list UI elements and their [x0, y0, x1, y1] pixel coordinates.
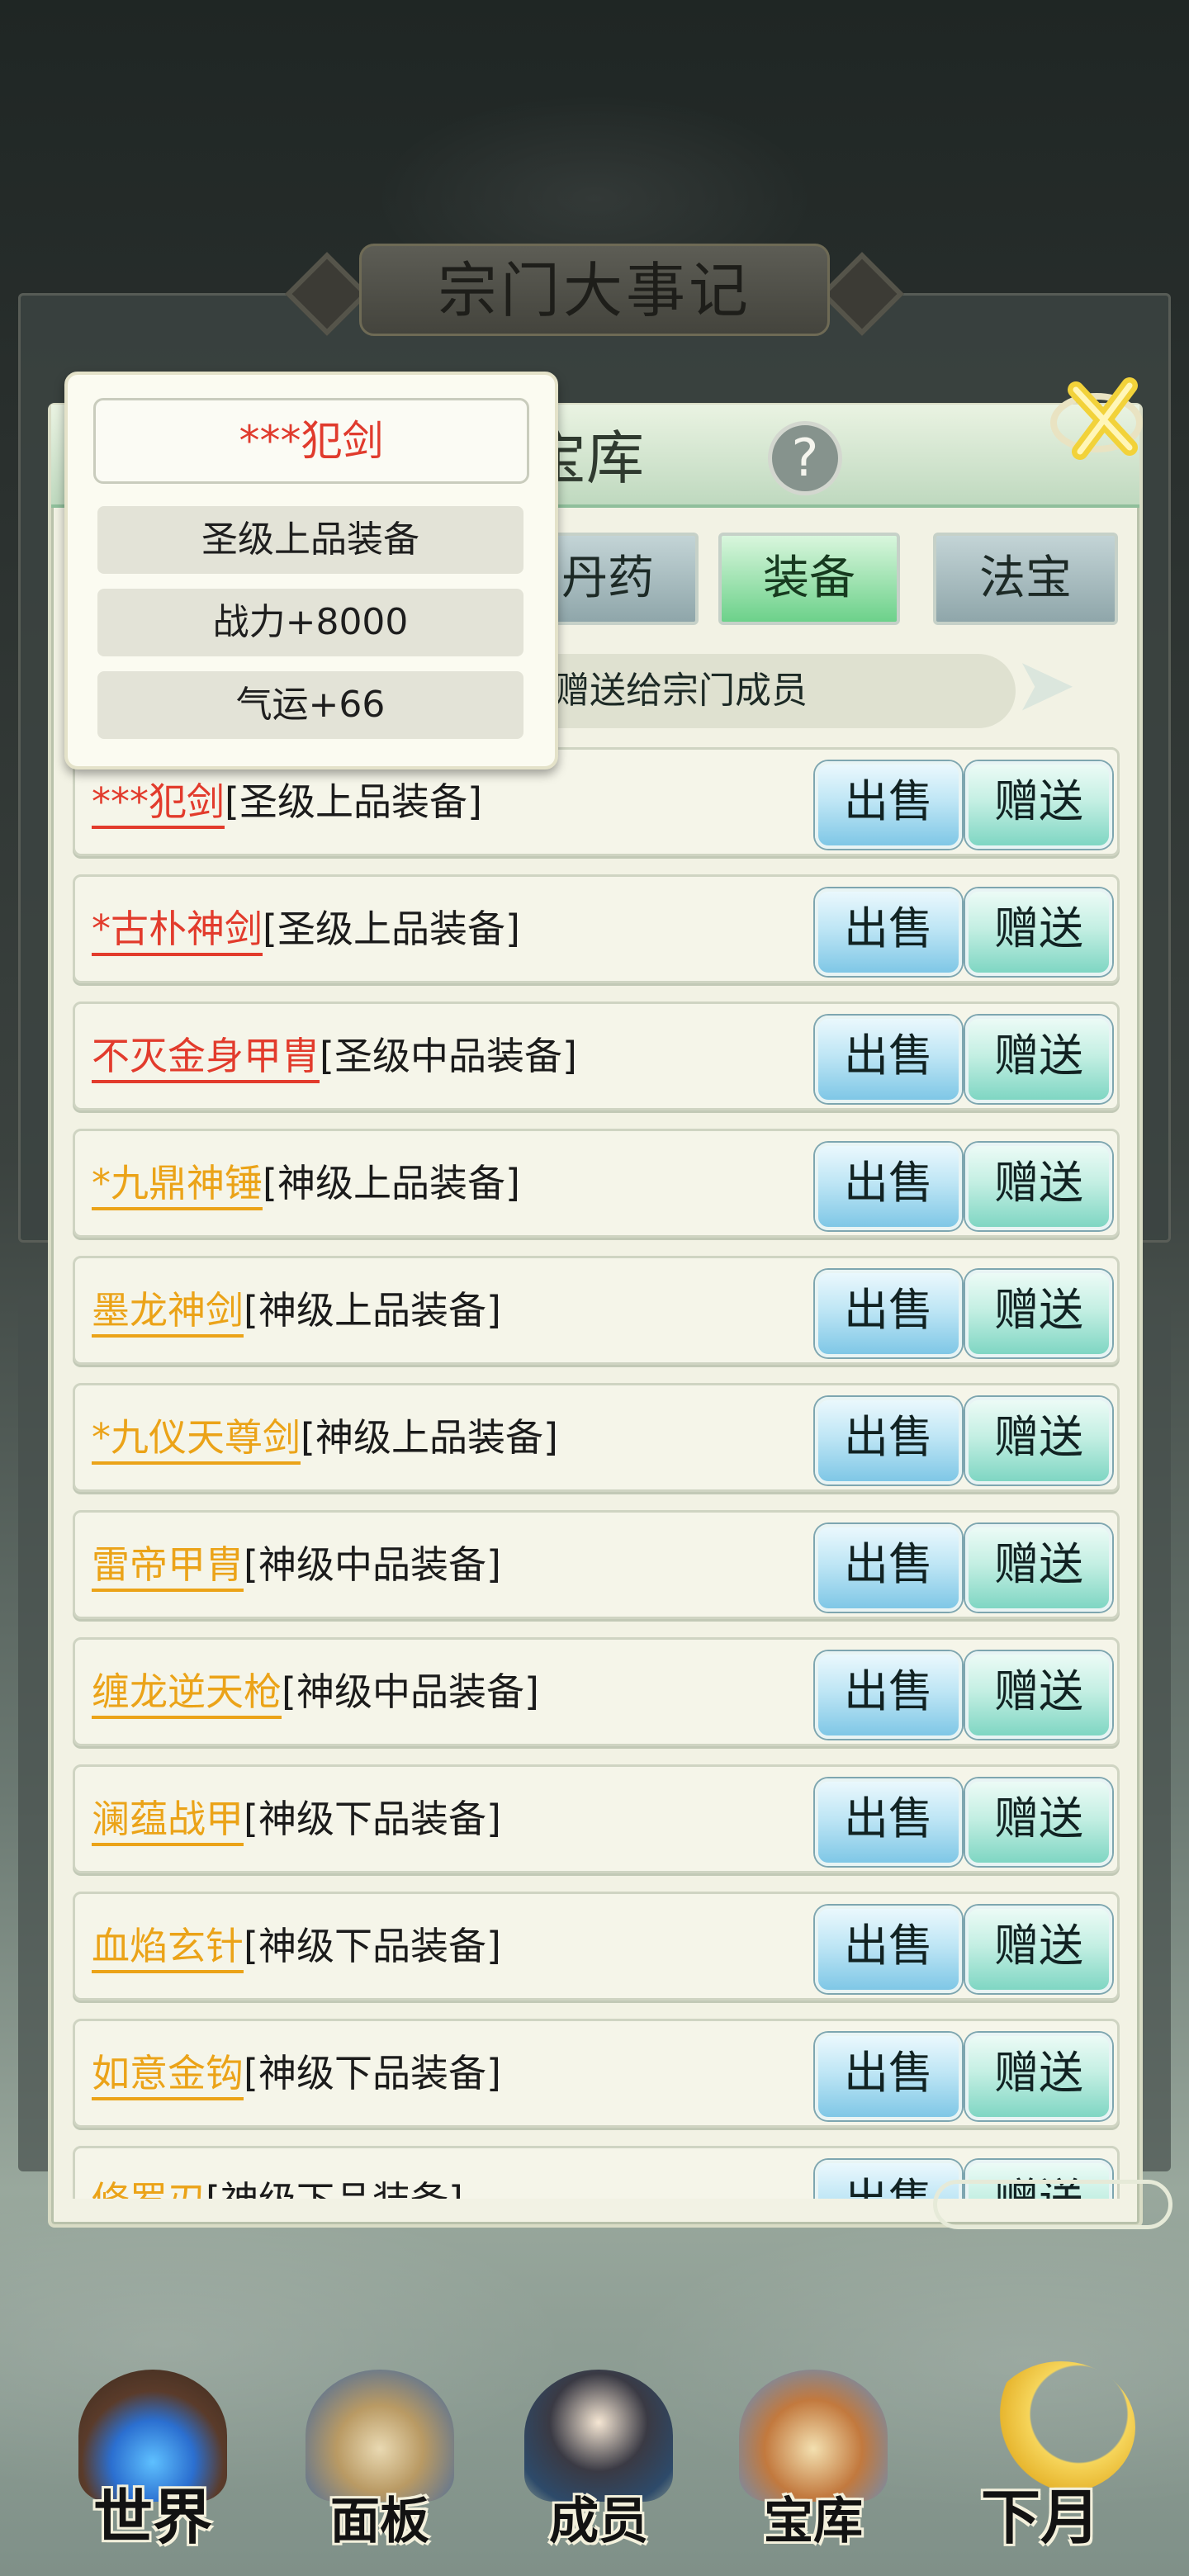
gift-button[interactable]: 赠送 [965, 1016, 1112, 1103]
equipment-grade: [神级下品装备] [206, 2178, 463, 2199]
sell-button[interactable]: 出售 [815, 1143, 962, 1230]
sell-button[interactable]: 出售 [815, 1524, 962, 1612]
nav-panel[interactable]: 面板 [281, 2481, 479, 2564]
equipment-grade: [神级上品装备] [301, 1415, 558, 1460]
gift-button[interactable]: 赠送 [965, 1397, 1112, 1485]
gift-button[interactable]: 赠送 [965, 2033, 1112, 2120]
tooltip-item-name: ***犯剑 [93, 398, 529, 484]
equipment-grade: [神级下品装备] [244, 1924, 501, 1968]
equipment-name[interactable]: 墨龙神剑 [92, 1288, 244, 1338]
sell-button[interactable]: 出售 [815, 888, 962, 976]
gift-button[interactable]: 赠送 [965, 1651, 1112, 1739]
equipment-label: *九仪天尊剑[神级上品装备] [92, 1385, 558, 1489]
equipment-row: *九鼎神锤[神级上品装备] 出售 赠送 [73, 1129, 1120, 1238]
equipment-name[interactable]: 雷帝甲胄 [92, 1542, 244, 1592]
equipment-grade: [神级中品装备] [282, 1669, 539, 1714]
equipment-grade: [圣级上品装备] [263, 907, 520, 951]
gift-button[interactable]: 赠送 [965, 1270, 1112, 1357]
equipment-label: 雷帝甲胄[神级中品装备] [92, 1513, 501, 1617]
equipment-grade: [神级下品装备] [244, 1797, 501, 1841]
equipment-label: 血焰玄针[神级下品装备] [92, 1894, 501, 1998]
equipment-row: 雷帝甲胄[神级中品装备] 出售 赠送 [73, 1510, 1120, 1619]
equipment-label: 修罗刃[神级下品装备] [92, 2148, 463, 2199]
help-icon[interactable]: ? [768, 421, 842, 495]
equipment-row: *古朴神剑[圣级上品装备] 出售 赠送 [73, 874, 1120, 983]
equipment-name[interactable]: *九鼎神锤 [92, 1161, 263, 1210]
equipment-label: 墨龙神剑[神级上品装备] [92, 1258, 501, 1362]
equipment-row: 血焰玄针[神级下品装备] 出售 赠送 [73, 1892, 1120, 2001]
equipment-list[interactable]: ***犯剑[圣级上品装备] 出售 赠送 *古朴神剑[圣级上品装备] 出售 赠送 不灭金身甲胄… [73, 747, 1120, 2199]
equipment-row: 如意金钩[神级下品装备] 出售 赠送 [73, 2019, 1120, 2128]
close-icon[interactable] [1047, 365, 1154, 472]
equipment-grade: [圣级中品装备] [320, 1034, 577, 1078]
equipment-row: 缠龙逆天枪[神级中品装备] 出售 赠送 [73, 1637, 1120, 1746]
equipment-label: 澜蕴战甲[神级下品装备] [92, 1767, 501, 1871]
sell-button[interactable]: 出售 [815, 2033, 962, 2120]
tab-equipment[interactable]: 装备 [718, 533, 900, 625]
nav-world[interactable]: 世界 [54, 2469, 252, 2552]
sell-button[interactable]: 出售 [815, 1397, 962, 1485]
equipment-label: 缠龙逆天枪[神级中品装备] [92, 1640, 539, 1744]
sell-button[interactable]: 出售 [815, 1651, 962, 1739]
equipment-name[interactable]: 血焰玄针 [92, 1924, 244, 1973]
equipment-row: 墨龙神剑[神级上品装备] 出售 赠送 [73, 1256, 1120, 1365]
gift-button[interactable]: 赠送 [965, 1524, 1112, 1612]
equipment-grade: [神级上品装备] [263, 1161, 520, 1205]
equipment-label: 不灭金身甲胄[圣级中品装备] [92, 1004, 577, 1108]
equipment-label: 如意金钩[神级下品装备] [92, 2021, 501, 2125]
tooltip-power: 战力+8000 [97, 589, 523, 656]
equipment-name[interactable]: *九仪天尊剑 [92, 1415, 301, 1465]
equipment-name[interactable]: 缠龙逆天枪 [92, 1669, 282, 1719]
gift-hint-bar: 赠送给宗门成员 [512, 654, 1016, 728]
gift-button[interactable]: 赠送 [965, 1143, 1112, 1230]
nav-members[interactable]: 成员 [500, 2481, 698, 2564]
equipment-grade: [神级中品装备] [244, 1542, 501, 1587]
equipment-row: 澜蕴战甲[神级下品装备] 出售 赠送 [73, 1764, 1120, 1873]
equipment-name[interactable]: 不灭金身甲胄 [92, 1034, 320, 1083]
gift-button[interactable]: 赠送 [965, 888, 1112, 976]
sell-button[interactable]: 出售 [815, 1906, 962, 1993]
gift-button[interactable]: 赠送 [965, 1906, 1112, 1993]
equipment-grade: [神级上品装备] [244, 1288, 501, 1333]
equipment-label: *九鼎神锤[神级上品装备] [92, 1131, 520, 1235]
tab-artifacts[interactable]: 法宝 [933, 533, 1118, 625]
sell-button[interactable]: 出售 [815, 761, 962, 849]
equipment-grade: [圣级上品装备] [225, 779, 482, 824]
gift-button[interactable]: 赠送 [965, 761, 1112, 849]
arrow-right-icon: ➤ [1014, 642, 1077, 728]
equipment-name[interactable]: 如意金钩 [92, 2051, 244, 2100]
tooltip-grade: 圣级上品装备 [97, 506, 523, 574]
equipment-name[interactable]: 澜蕴战甲 [92, 1797, 244, 1846]
equipment-name[interactable]: 修罗刃 [92, 2178, 206, 2199]
event-log-title: 宗门大事记 [359, 244, 830, 336]
sell-button[interactable]: 出售 [815, 1270, 962, 1357]
equipment-name[interactable]: ***犯剑 [92, 779, 225, 829]
tooltip-luck: 气运+66 [97, 671, 523, 739]
equipment-row: 不灭金身甲胄[圣级中品装备] 出售 赠送 [73, 1002, 1120, 1110]
equipment-label: *古朴神剑[圣级上品装备] [92, 877, 520, 981]
scroll-indicator [933, 2180, 1172, 2229]
nav-treasury[interactable]: 宝库 [714, 2481, 912, 2564]
equipment-grade: [神级下品装备] [244, 2051, 501, 2095]
gift-button[interactable]: 赠送 [965, 1778, 1112, 1866]
sell-button[interactable]: 出售 [815, 1778, 962, 1866]
equipment-name[interactable]: *古朴神剑 [92, 907, 263, 956]
sell-button[interactable]: 出售 [815, 1016, 962, 1103]
nav-next-month[interactable]: 下月 [941, 2469, 1139, 2552]
equipment-row: *九仪天尊剑[神级上品装备] 出售 赠送 [73, 1383, 1120, 1492]
